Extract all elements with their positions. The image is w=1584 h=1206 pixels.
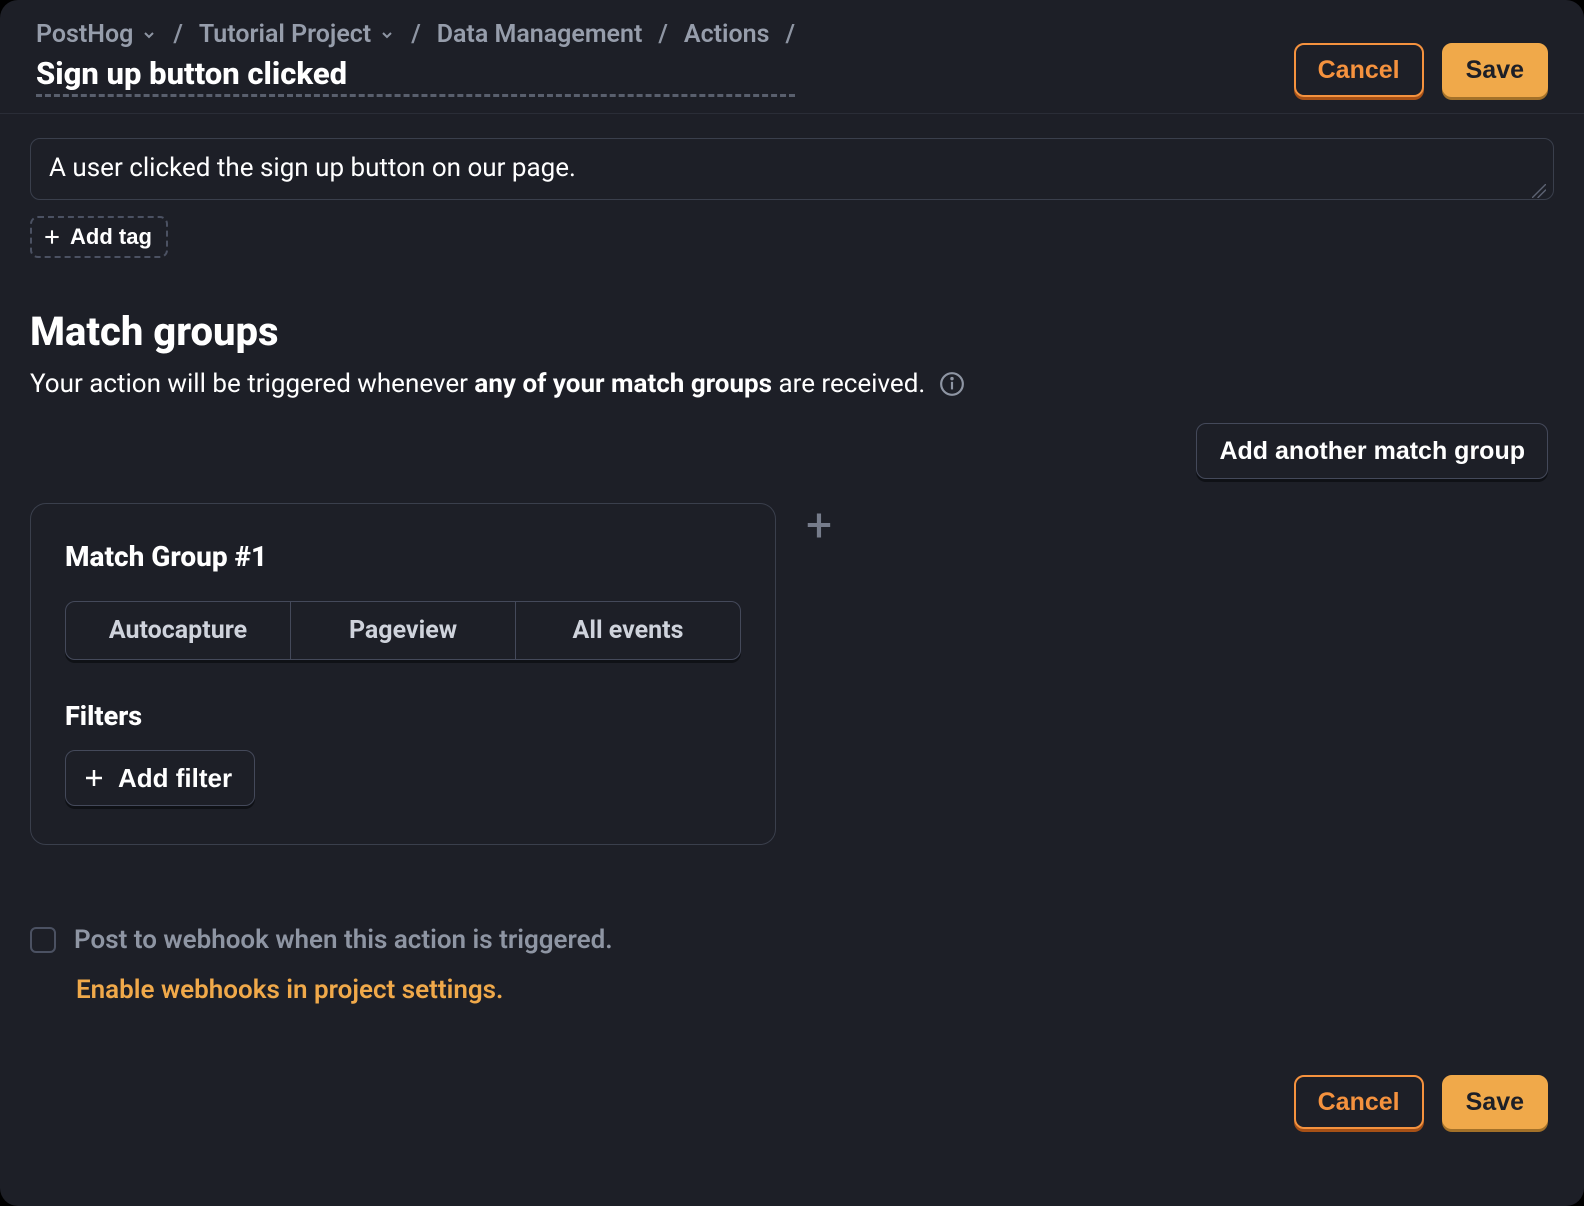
enable-webhooks-link[interactable]: Enable webhooks in project settings. (76, 975, 503, 1005)
breadcrumb-org-label: PostHog (36, 20, 133, 49)
breadcrumb-project[interactable]: Tutorial Project (199, 20, 395, 49)
breadcrumb-org[interactable]: PostHog (36, 20, 157, 49)
breadcrumb-separator: / (658, 20, 668, 49)
breadcrumb-project-label: Tutorial Project (199, 20, 371, 49)
match-group-title: Match Group #1 (65, 540, 741, 573)
page-title[interactable]: Sign up button clicked (36, 55, 795, 97)
breadcrumb-separator: / (785, 20, 795, 49)
breadcrumb-section[interactable]: Data Management (437, 20, 643, 49)
tab-pageview[interactable]: Pageview (290, 602, 515, 659)
match-group-card: Match Group #1 Autocapture Pageview All … (30, 503, 776, 845)
match-groups-desc-prefix: Your action will be triggered whenever (30, 369, 474, 399)
page-content: Add tag Match groups Your action will be… (0, 114, 1584, 1163)
match-group-tabs: Autocapture Pageview All events (65, 601, 741, 660)
match-groups-description: Your action will be triggered whenever a… (30, 369, 1554, 399)
filters-title: Filters (65, 700, 741, 732)
cancel-button-footer[interactable]: Cancel (1294, 1075, 1424, 1129)
webhook-checkbox-label: Post to webhook when this action is trig… (74, 925, 613, 955)
plus-icon (42, 227, 62, 247)
description-input[interactable] (30, 138, 1554, 200)
footer-actions: Cancel Save (30, 1075, 1554, 1129)
match-groups-desc-bold: any of your match groups (474, 369, 772, 399)
match-groups-desc-suffix: are received. (772, 369, 925, 399)
page-header: PostHog / Tutorial Project / Data Manage… (0, 0, 1584, 114)
cancel-button[interactable]: Cancel (1294, 43, 1424, 97)
webhook-row: Post to webhook when this action is trig… (30, 925, 1554, 955)
save-button-footer[interactable]: Save (1442, 1075, 1548, 1129)
breadcrumb-separator: / (411, 20, 421, 49)
match-groups-row: Match Group #1 Autocapture Pageview All … (30, 503, 1554, 845)
info-icon[interactable] (939, 371, 965, 397)
tab-all-events[interactable]: All events (515, 602, 740, 659)
breadcrumb-subsection[interactable]: Actions (684, 20, 770, 49)
breadcrumb-separator: / (173, 20, 183, 49)
chevron-down-icon (379, 27, 395, 43)
plus-icon (82, 766, 106, 790)
add-tag-button[interactable]: Add tag (30, 216, 168, 258)
header-actions: Cancel Save (1294, 43, 1548, 97)
breadcrumb: PostHog / Tutorial Project / Data Manage… (36, 20, 795, 49)
add-tag-label: Add tag (70, 224, 152, 250)
match-groups-title: Match groups (30, 308, 1554, 355)
add-match-group-row: Add another match group (30, 423, 1554, 479)
chevron-down-icon (141, 27, 157, 43)
add-match-group-plus-icon[interactable]: + (806, 503, 832, 549)
add-filter-button[interactable]: Add filter (65, 750, 255, 806)
add-match-group-button[interactable]: Add another match group (1196, 423, 1548, 479)
save-button[interactable]: Save (1442, 43, 1548, 97)
add-filter-label: Add filter (118, 763, 232, 794)
tab-autocapture[interactable]: Autocapture (66, 602, 290, 659)
description-wrap (30, 138, 1554, 204)
webhook-checkbox[interactable] (30, 927, 56, 953)
header-left: PostHog / Tutorial Project / Data Manage… (36, 20, 795, 97)
